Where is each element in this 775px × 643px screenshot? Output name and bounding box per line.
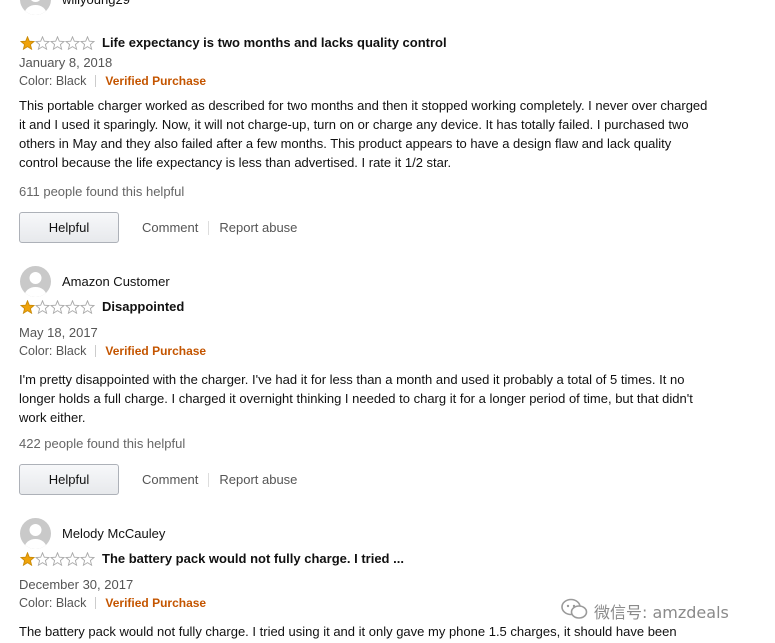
- report-abuse-link[interactable]: Report abuse: [219, 472, 297, 487]
- star-rating[interactable]: [20, 35, 95, 50]
- star-empty-icon: [80, 35, 95, 50]
- watermark-text: 微信号: amzdeals: [594, 603, 729, 622]
- helpful-button[interactable]: Helpful: [19, 464, 119, 495]
- rating-title-row: The battery pack would not fully charge.…: [20, 551, 404, 566]
- divider: [95, 75, 97, 87]
- review-date: May 18, 2017: [19, 325, 98, 340]
- verified-purchase-badge: Verified Purchase: [105, 596, 207, 610]
- review-actions: Helpful Comment Report abuse: [19, 464, 297, 495]
- reviewer-name[interactable]: Amazon Customer: [62, 274, 170, 289]
- report-abuse-link[interactable]: Report abuse: [219, 220, 297, 235]
- star-empty-icon: [35, 299, 50, 314]
- helpful-button[interactable]: Helpful: [19, 212, 119, 243]
- review-actions: Helpful Comment Report abuse: [19, 212, 297, 243]
- divider: [95, 345, 97, 357]
- product-color[interactable]: Color: Black: [19, 344, 86, 358]
- star-empty-icon: [80, 551, 95, 566]
- star-filled-icon: [20, 551, 35, 566]
- helpful-count: 611 people found this helpful: [19, 184, 185, 199]
- star-empty-icon: [50, 299, 65, 314]
- comment-link[interactable]: Comment: [142, 472, 198, 487]
- review-meta: Color: Black Verified Purchase: [19, 344, 206, 358]
- reviewer-name[interactable]: Melody McCauley: [62, 526, 165, 541]
- reviewer-name[interactable]: willyoung29: [62, 0, 130, 7]
- avatar[interactable]: [20, 517, 51, 549]
- review-body: I'm pretty disappointed with the charger…: [19, 372, 693, 425]
- star-empty-icon: [35, 35, 50, 50]
- divider: [208, 220, 210, 235]
- review-body: The battery pack would not fully charge.…: [19, 624, 677, 639]
- review-meta: Color: Black Verified Purchase: [19, 74, 206, 88]
- wechat-watermark: 微信号: amzdeals: [560, 598, 729, 624]
- reviewer-profile[interactable]: Amazon Customer: [20, 264, 170, 298]
- avatar-silhouette-icon: [24, 523, 47, 549]
- star-empty-icon: [50, 551, 65, 566]
- comment-link[interactable]: Comment: [142, 220, 198, 235]
- avatar[interactable]: [20, 0, 51, 15]
- review-date: December 30, 2017: [19, 577, 134, 592]
- star-empty-icon: [65, 299, 80, 314]
- reviewer-profile[interactable]: Melody McCauley: [20, 516, 165, 550]
- review-body: This portable charger worked as describe…: [19, 98, 708, 170]
- rating-title-row: Disappointed: [20, 299, 184, 314]
- product-color[interactable]: Color: Black: [19, 596, 86, 610]
- review-title[interactable]: Life expectancy is two months and lacks …: [102, 35, 447, 50]
- avatar[interactable]: [20, 265, 51, 297]
- review-meta: Color: Black Verified Purchase: [19, 596, 206, 610]
- star-empty-icon: [50, 35, 65, 50]
- star-empty-icon: [65, 551, 80, 566]
- helpful-count: 422 people found this helpful: [19, 436, 186, 451]
- star-empty-icon: [65, 35, 80, 50]
- divider: [95, 597, 97, 609]
- star-filled-icon: [20, 299, 35, 314]
- verified-purchase-badge: Verified Purchase: [105, 74, 207, 88]
- review-title[interactable]: The battery pack would not fully charge.…: [102, 551, 404, 566]
- rating-title-row: Life expectancy is two months and lacks …: [20, 35, 447, 50]
- star-empty-icon: [80, 299, 95, 314]
- avatar-silhouette-icon: [24, 271, 47, 297]
- star-rating[interactable]: [20, 299, 95, 314]
- verified-purchase-badge: Verified Purchase: [105, 344, 207, 358]
- star-rating[interactable]: [20, 551, 95, 566]
- avatar-silhouette-icon: [24, 0, 47, 15]
- review-date: January 8, 2018: [19, 55, 113, 70]
- star-empty-icon: [35, 551, 50, 566]
- product-color[interactable]: Color: Black: [19, 74, 86, 88]
- divider: [208, 472, 210, 487]
- review-title[interactable]: Disappointed: [102, 299, 184, 314]
- wechat-icon: [560, 598, 588, 624]
- star-filled-icon: [20, 35, 35, 50]
- reviewer-profile[interactable]: willyoung29: [20, 0, 130, 16]
